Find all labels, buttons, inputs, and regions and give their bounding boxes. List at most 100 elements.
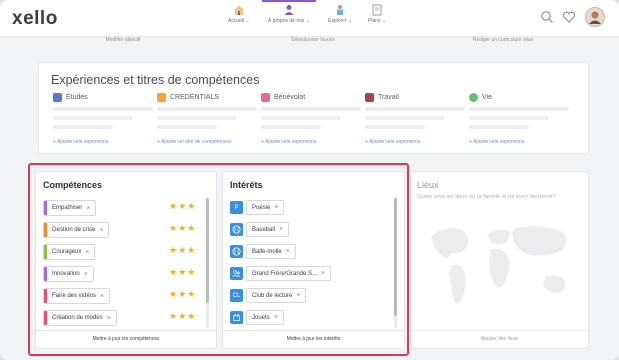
softball-icon [230, 245, 243, 258]
interests-title: Intérêts [230, 180, 263, 190]
remove-icon[interactable]: × [86, 205, 90, 212]
nav-home-label: Accueil ⌄ [228, 18, 250, 24]
edit-goal-link[interactable]: Modifier objectif [38, 37, 208, 43]
xello-logo[interactable]: xello [12, 8, 58, 30]
remove-icon[interactable]: × [100, 293, 104, 300]
studies-icon [53, 93, 62, 102]
remove-icon[interactable]: × [321, 270, 325, 277]
nav-home[interactable]: Accueil ⌄ [228, 4, 250, 24]
skill-rating-stars[interactable]: ★★★ [169, 289, 196, 300]
app-window: xello Accueil ⌄ À propos de moi ⌄ Explor… [0, 0, 619, 360]
book-club-icon: CL [230, 289, 243, 302]
select-favorites-link[interactable]: Sélectionner favoris [228, 37, 398, 43]
interest-chip[interactable]: Baseball × [246, 222, 290, 237]
update-interests-button[interactable]: Mettre à jour les intérêts [223, 330, 404, 348]
add-places-button[interactable]: Ajouter des lieux [411, 330, 588, 348]
remove-icon[interactable]: × [279, 226, 283, 233]
interest-chip[interactable]: Club de lecture × [246, 288, 307, 303]
skill-rating-stars[interactable]: ★★★ [169, 267, 196, 278]
interest-chip[interactable]: Jouets × [246, 310, 284, 325]
skill-rating-stars[interactable]: ★★★ [169, 201, 196, 212]
nav-plans[interactable]: Plans ⌄ [368, 4, 386, 24]
avatar[interactable] [585, 7, 605, 32]
nav-plans-label: Plans ⌄ [368, 18, 387, 24]
heart-icon[interactable] [562, 10, 576, 29]
nav-about-me[interactable]: À propos de moi ⌄ [262, 0, 316, 24]
interest-item: Baseball × [230, 222, 290, 237]
interest-chip[interactable]: Poésie × [246, 200, 285, 215]
remove-icon[interactable]: × [296, 292, 300, 299]
remove-icon[interactable]: × [274, 314, 278, 321]
experiences-card: Expériences et titres de compétences Étu… [38, 62, 589, 154]
skill-rating-stars[interactable]: ★★★ [169, 223, 196, 234]
places-description: Quels sont les lieux où ta famille et to… [417, 194, 556, 200]
explorer-icon [334, 4, 346, 16]
experience-column-label: CREDENTIALS [170, 94, 220, 101]
skill-item: Création de modes × ★★★ [43, 310, 195, 326]
interest-label: Balle-molle [252, 248, 282, 255]
nav-explorer[interactable]: Explorer ⌄ [328, 4, 352, 24]
skill-rating-stars[interactable]: ★★★ [169, 245, 196, 256]
interest-label: Club de lecture [252, 292, 293, 299]
skill-chip[interactable]: Innovation × [43, 266, 94, 282]
scrollbar-thumb[interactable] [206, 198, 209, 303]
baseball-icon [230, 223, 243, 236]
skill-chip[interactable]: Courageux × [43, 244, 96, 260]
remove-icon[interactable]: × [99, 227, 103, 234]
nav-about-me-label: À propos de moi ⌄ [268, 18, 310, 24]
skills-scrollbar[interactable] [206, 198, 209, 328]
skill-chip[interactable]: Faire des vidéos × [43, 288, 111, 304]
add-experience-link[interactable]: + Ajouter une expérience [53, 139, 153, 145]
write-resume-link[interactable]: Rédiger un curriculum vitae [418, 37, 588, 43]
scrollbar-thumb[interactable] [394, 198, 397, 316]
top-navigation: xello Accueil ⌄ À propos de moi ⌄ Explor… [0, 0, 619, 37]
add-experience-link[interactable]: + Ajouter une expérience [469, 139, 569, 145]
interest-chip[interactable]: Grand Frère/Grande S... × [246, 266, 332, 281]
skill-label: Gestion de crise [52, 227, 96, 233]
skill-chip[interactable]: Gestion de crise × [43, 222, 110, 238]
experience-column-label: Travail [378, 94, 399, 101]
skill-chip[interactable]: Création de modes × [43, 310, 117, 326]
profile-actions: Modifier objectif Sélectionner favoris R… [38, 37, 589, 49]
plans-icon [371, 4, 383, 16]
mentor-icon [230, 267, 243, 280]
remove-icon[interactable]: × [107, 315, 111, 322]
skill-label: Création de modes [52, 315, 103, 321]
life-icon [469, 93, 478, 102]
remove-icon[interactable]: × [274, 204, 278, 211]
skill-item: Innovation × ★★★ [43, 266, 195, 282]
skill-label: Empathiser [52, 205, 83, 211]
skill-chip[interactable]: Empathiser × [43, 200, 97, 216]
interest-label: Baseball [252, 226, 276, 233]
experience-column-volunteer: Bénévolat + Ajouter une expérience [261, 93, 361, 145]
toys-icon [230, 311, 243, 324]
experience-column-work: Travail + Ajouter une expérience [365, 93, 465, 145]
remove-icon[interactable]: × [286, 248, 290, 255]
remove-icon[interactable]: × [85, 249, 89, 256]
add-experience-link[interactable]: + Ajouter une expérience [365, 139, 465, 145]
skill-label: Innovation [52, 271, 80, 277]
add-credential-link[interactable]: + Ajouter un titre de compétences [157, 139, 257, 145]
credentials-icon [157, 93, 166, 102]
world-map-icon [431, 226, 567, 304]
interests-panel: Intérêts P Poésie × Baseball × Balle-molle… [222, 171, 405, 349]
interest-item: Jouets × [230, 310, 284, 325]
update-skills-button[interactable]: Mettre à jour les compétences [36, 330, 216, 348]
add-experience-link[interactable]: + Ajouter une expérience [261, 139, 361, 145]
interests-scrollbar[interactable] [394, 198, 397, 328]
skills-panel: Compétences Empathiser × ★★★ Gestion de c… [35, 171, 217, 349]
experiences-title: Expériences et titres de compétences [51, 73, 260, 87]
experience-column-label: Études [66, 94, 88, 101]
interest-chip[interactable]: Balle-molle × [246, 244, 296, 259]
remove-icon[interactable]: × [84, 271, 88, 278]
skill-item: Gestion de crise × ★★★ [43, 222, 195, 238]
skills-title: Compétences [43, 180, 103, 190]
interest-item: Grand Frère/Grande S... × [230, 266, 332, 281]
places-card: Lieux Quels sont les lieux où ta famille… [410, 171, 589, 349]
search-icon[interactable] [540, 10, 554, 29]
experience-column-credentials: CREDENTIALS + Ajouter un titre de compét… [157, 93, 257, 145]
experience-column-studies: Études + Ajouter une expérience [53, 93, 153, 145]
skill-rating-stars[interactable]: ★★★ [169, 311, 196, 322]
nav-explorer-label: Explorer ⌄ [328, 18, 353, 24]
skill-item: Faire des vidéos × ★★★ [43, 288, 195, 304]
